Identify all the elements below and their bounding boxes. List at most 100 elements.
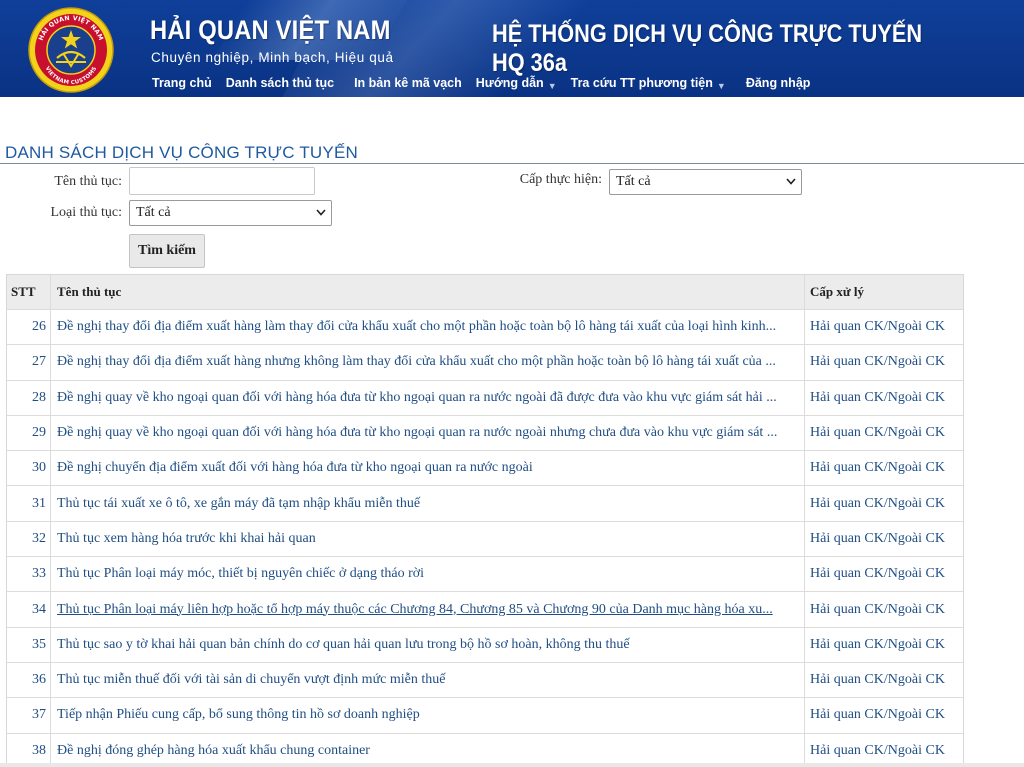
row-level: Hải quan CK/Ngoài CK	[810, 742, 945, 758]
row-stt: 28	[7, 380, 51, 415]
nav-item-home[interactable]: Trang chủ	[152, 76, 212, 90]
row-stt: 32	[7, 521, 51, 557]
nav-item-barcode[interactable]: In bản kê mã vạch	[354, 76, 462, 90]
nav-item-label: Đăng nhập	[745, 76, 811, 90]
title-divider	[0, 163, 1024, 164]
row-name-cell: Đề nghị quay về kho ngoại quan đối với h…	[51, 415, 805, 451]
row-level: Hải quan CK/Ngoài CK	[810, 566, 945, 582]
table-header-row: STT Tên thủ tục Cấp xử lý	[7, 275, 963, 310]
nav-item-label: Danh sách thủ tục	[225, 76, 335, 90]
row-name-cell: Tiếp nhận Phiếu cung cấp, bổ sung thông …	[51, 698, 805, 733]
level-label: Cấp thực hiện:	[519, 172, 602, 187]
vietnam-customs-emblem-icon[interactable]: HẢI QUAN VIỆT NAM VIETNAM CUSTOMS	[27, 6, 115, 94]
procedure-link[interactable]: Đề nghị quay về kho ngoại quan đối với h…	[57, 390, 798, 406]
row-name-cell: Thủ tục tái xuất xe ô tô, xe gắn máy đã …	[51, 486, 805, 521]
header-banner: HẢI QUAN VIỆT NAM VIETNAM CUSTOMS HẢI QU…	[0, 0, 1024, 97]
column-header-name[interactable]: Tên thủ tục	[51, 275, 805, 309]
nav-item-guide[interactable]: Hướng dẫn ▼	[476, 75, 557, 91]
nav-item-login[interactable]: Đăng nhập	[746, 76, 811, 90]
column-header-stt[interactable]: STT	[7, 275, 51, 309]
row-stt: 29	[7, 415, 51, 451]
nav-item-label: Tra cứu TT phương tiện	[570, 76, 713, 90]
dropdown-caret-icon: ▼	[716, 81, 726, 91]
procedures-table: STT Tên thủ tục Cấp xử lý 26 Đề nghị thay…	[6, 274, 964, 767]
row-name-cell: Thủ tục xem hàng hóa trước khi khai hải …	[51, 521, 805, 557]
page-title: DANH SÁCH DỊCH VỤ CÔNG TRỰC TUYẾN	[5, 143, 358, 162]
row-stt: 34	[7, 592, 51, 627]
row-level: Hải quan CK/Ngoài CK	[810, 530, 945, 546]
row-name-cell: Thủ tục sao y tờ khai hải quan bản chính…	[51, 627, 805, 662]
row-level: Hải quan CK/Ngoài CK	[810, 319, 945, 335]
row-stt: 35	[7, 627, 51, 662]
row-name-cell: Đề nghị thay đổi địa điểm xuất hàng làm …	[51, 310, 805, 345]
system-title: HỆ THỐNG DỊCH VỤ CÔNG TRỰC TUYẾN HQ 36a	[492, 20, 923, 77]
procedure-type-label: Loại thủ tục:	[50, 205, 122, 220]
row-stt: 26	[7, 310, 51, 345]
procedure-link[interactable]: Thủ tục tái xuất xe ô tô, xe gắn máy đã …	[57, 496, 798, 512]
procedure-link[interactable]: Đề nghị quay về kho ngoại quan đối với h…	[57, 425, 798, 441]
row-stt: 37	[7, 698, 51, 733]
procedure-name-input[interactable]	[129, 167, 315, 195]
chevron-down-icon	[781, 177, 801, 188]
dropdown-caret-icon: ▼	[547, 81, 557, 91]
row-stt: 30	[7, 451, 51, 486]
brand-title: HẢI QUAN VIỆT NAM	[150, 15, 391, 45]
procedure-link[interactable]: Thủ tục Phân loại máy móc, thiết bị nguy…	[57, 566, 798, 582]
table-body: 26 Đề nghị thay đổi địa điểm xuất hàng là…	[7, 310, 963, 767]
table-row: 34 Thủ tục Phân loại máy liên hợp hoặc tổ…	[7, 592, 963, 628]
level-select-value: Tất cả	[616, 174, 651, 189]
page-bottom-edge	[0, 763, 1024, 767]
table-row: 31 Thủ tục tái xuất xe ô tô, xe gắn máy đ…	[7, 486, 963, 522]
row-stt: 31	[7, 486, 51, 521]
table-row: 30 Đề nghị chuyển địa điểm xuất đối với h…	[7, 451, 963, 487]
procedure-link[interactable]: Thủ tục xem hàng hóa trước khi khai hải …	[57, 531, 798, 547]
procedure-type-select-value: Tất cả	[136, 205, 171, 220]
table-row: 33 Thủ tục Phân loại máy móc, thiết bị ng…	[7, 557, 963, 593]
procedure-link[interactable]: Đề nghị chuyển địa điểm xuất đối với hàn…	[57, 460, 798, 476]
table-row: 35 Thủ tục sao y tờ khai hải quan bản chí…	[7, 627, 963, 663]
nav-item-label: In bản kê mã vạch	[354, 76, 462, 90]
procedure-link[interactable]: Đề nghị đóng ghép hàng hóa xuất khẩu chu…	[57, 743, 798, 759]
row-level: Hải quan CK/Ngoài CK	[810, 672, 945, 688]
search-button[interactable]: Tìm kiếm	[129, 234, 205, 268]
table-row: 28 Đề nghị quay về kho ngoại quan đối với…	[7, 380, 963, 416]
procedure-link[interactable]: Tiếp nhận Phiếu cung cấp, bổ sung thông …	[57, 707, 798, 723]
procedure-type-select[interactable]: Tất cả	[129, 200, 332, 226]
level-select[interactable]: Tất cả	[609, 169, 802, 195]
main-nav: Trang chủ Danh sách thủ tục In bản kê mã…	[152, 74, 810, 92]
nav-item-procedures[interactable]: Danh sách thủ tục	[226, 76, 334, 90]
procedure-link[interactable]: Đề nghị thay đổi địa điểm xuất hàng làm …	[57, 319, 798, 335]
row-name-cell: Đề nghị quay về kho ngoại quan đối với h…	[51, 380, 805, 415]
row-stt: 38	[7, 733, 51, 767]
table-row: 36 Thủ tục miễn thuế đối với tài sản di c…	[7, 662, 963, 699]
procedure-link[interactable]: Thủ tục miễn thuế đối với tài sản di chu…	[57, 672, 798, 688]
procedure-link[interactable]: Thủ tục Phân loại máy liên hợp hoặc tổ h…	[57, 602, 798, 618]
procedure-link[interactable]: Thủ tục sao y tờ khai hải quan bản chính…	[57, 637, 798, 653]
row-level: Hải quan CK/Ngoài CK	[810, 601, 945, 617]
row-level: Hải quan CK/Ngoài CK	[810, 495, 945, 511]
row-name-cell: Đề nghị đóng ghép hàng hóa xuất khẩu chu…	[51, 733, 805, 767]
procedure-link[interactable]: Đề nghị thay đổi địa điểm xuất hàng nhưn…	[57, 354, 798, 370]
row-level: Hải quan CK/Ngoài CK	[810, 460, 945, 476]
table-row: 37 Tiếp nhận Phiếu cung cấp, bổ sung thôn…	[7, 698, 963, 734]
procedure-name-label: Tên thủ tục:	[54, 174, 122, 189]
table-row: 26 Đề nghị thay đổi địa điểm xuất hàng là…	[7, 310, 963, 346]
row-level: Hải quan CK/Ngoài CK	[810, 425, 945, 441]
row-name-cell: Đề nghị thay đổi địa điểm xuất hàng nhưn…	[51, 345, 805, 380]
row-name-cell: Thủ tục Phân loại máy liên hợp hoặc tổ h…	[51, 592, 805, 627]
brand-slogan: Chuyên nghiệp, Minh bạch, Hiệu quả	[151, 50, 394, 65]
table-row: 32 Thủ tục xem hàng hóa trước khi khai hả…	[7, 521, 963, 558]
row-stt: 27	[7, 345, 51, 380]
table-row: 38 Đề nghị đóng ghép hàng hóa xuất khẩu c…	[7, 733, 963, 767]
table-row: 27 Đề nghị thay đổi địa điểm xuất hàng nh…	[7, 345, 963, 381]
row-level: Hải quan CK/Ngoài CK	[810, 354, 945, 370]
nav-item-vehicle-lookup[interactable]: Tra cứu TT phương tiện ▼	[571, 75, 726, 91]
row-name-cell: Đề nghị chuyển địa điểm xuất đối với hàn…	[51, 451, 805, 486]
nav-item-label: Hướng dẫn	[475, 76, 544, 90]
chevron-down-icon	[311, 208, 331, 219]
column-header-level[interactable]: Cấp xử lý	[805, 275, 963, 309]
row-level: Hải quan CK/Ngoài CK	[810, 636, 945, 652]
table-row: 29 Đề nghị quay về kho ngoại quan đối với…	[7, 415, 963, 452]
row-name-cell: Thủ tục Phân loại máy móc, thiết bị nguy…	[51, 557, 805, 592]
row-level: Hải quan CK/Ngoài CK	[810, 389, 945, 405]
